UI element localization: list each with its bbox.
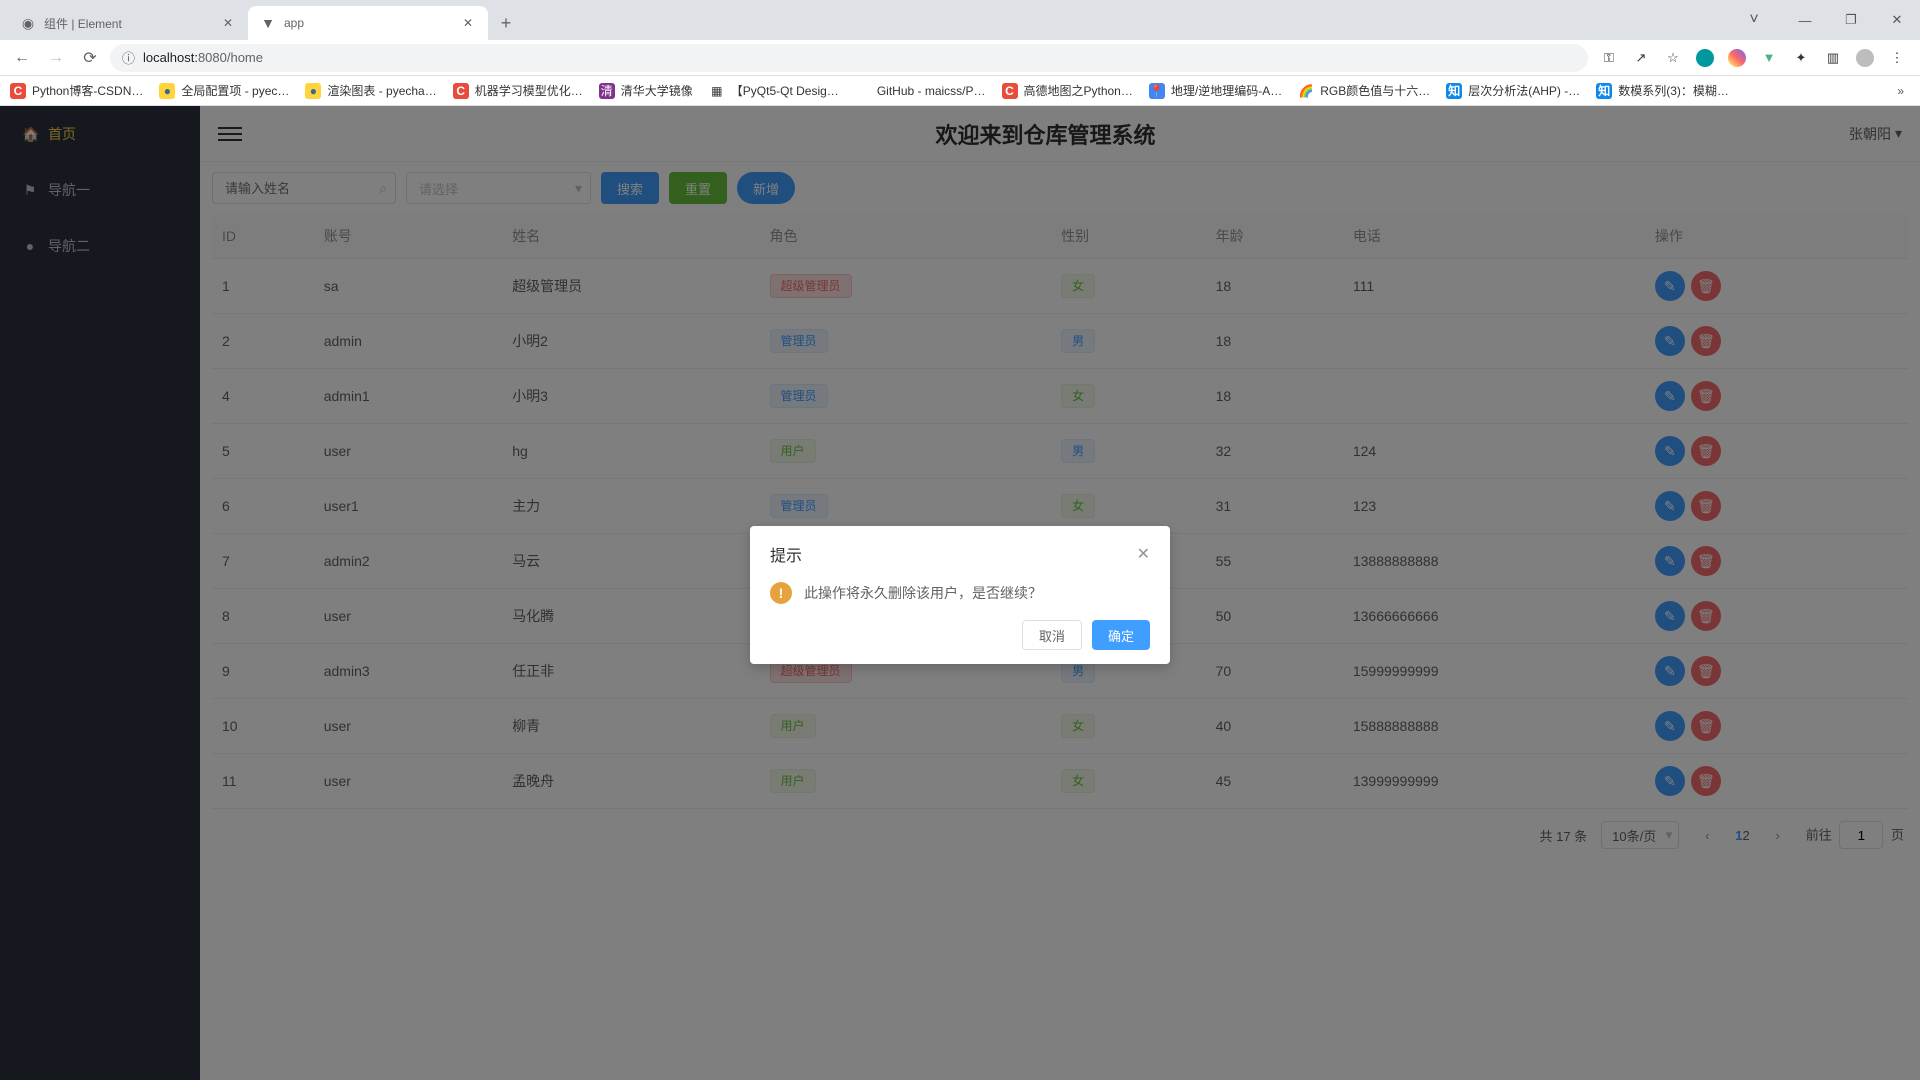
back-button[interactable]: ← [8, 44, 36, 72]
bookmark-label: Python博客-CSDN… [32, 82, 143, 99]
bookmark-item[interactable]: ▦ 【PyQt5-Qt Desig… [709, 82, 839, 99]
window-dropdown-icon[interactable]: ˅ [1736, 0, 1782, 40]
bookmark-item[interactable]: 知层次分析法(AHP) -… [1446, 82, 1580, 99]
extensions-icon[interactable]: ✦ [1792, 49, 1810, 67]
tab-close-icon[interactable]: ✕ [220, 15, 236, 31]
bookmark-favicon-icon: 知 [1446, 83, 1462, 99]
browser-titlebar: ◉ 组件 | Element ✕ ▼ app ✕ + ˅ — ❐ ✕ [0, 0, 1920, 40]
bookmark-label: 地理/逆地理编码-A… [1171, 82, 1282, 99]
window-minimize-icon[interactable]: — [1782, 0, 1828, 40]
password-key-icon[interactable]: ⚿ [1600, 49, 1618, 67]
bookmark-item[interactable]: C 高德地图之Python… [1002, 82, 1133, 99]
bookmark-label: 渲染图表 - pyecha… [327, 82, 436, 99]
browser-tab[interactable]: ◉ 组件 | Element ✕ [8, 6, 248, 40]
bookmark-favicon-icon: 📍 [1149, 83, 1165, 99]
bookmark-favicon-icon: C [1002, 83, 1018, 99]
forward-button[interactable]: → [42, 44, 70, 72]
new-tab-button[interactable]: + [492, 9, 520, 37]
close-icon[interactable]: ✕ [1137, 544, 1150, 564]
side-panel-icon[interactable]: ▥ [1824, 49, 1842, 67]
warning-icon: ! [770, 582, 792, 604]
bookmark-item[interactable]: 🌈 RGB颜色值与十六… [1298, 82, 1430, 99]
site-info-icon[interactable]: ⓘ [122, 48, 135, 67]
bookmark-item[interactable]: 清清华大学镜像 [599, 82, 693, 99]
tab-title: app [284, 16, 452, 30]
bookmark-star-icon[interactable]: ☆ [1664, 49, 1682, 67]
share-icon[interactable]: ↗ [1632, 49, 1650, 67]
dialog-title: 提示 [770, 542, 802, 566]
browser-address-bar: ← → ⟳ ⓘ localhost:8080/home ⚿ ↗ ☆ ▼ ✦ ▥ … [0, 40, 1920, 76]
ext-icon-vue[interactable]: ▼ [1760, 49, 1778, 67]
bookmark-item[interactable]: ● 全局配置项 - pyec… [159, 82, 289, 99]
tab-favicon-icon: ▼ [260, 15, 276, 31]
bookmarks-bar: C Python博客-CSDN… ● 全局配置项 - pyec… ● 渲染图表 - pye… [0, 76, 1920, 106]
bookmark-label: 【PyQt5-Qt Desig… [731, 82, 839, 99]
bookmark-label: RGB颜色值与十六… [1320, 82, 1430, 99]
bookmark-favicon-icon: 清 [599, 83, 615, 99]
window-maximize-icon[interactable]: ❐ [1828, 0, 1874, 40]
browser-menu-icon[interactable]: ⋮ [1888, 49, 1906, 67]
bookmark-label: 数模系列(3)：模糊… [1618, 82, 1729, 99]
bookmark-item[interactable]: C Python博客-CSDN… [10, 82, 143, 99]
bookmarks-overflow-icon[interactable]: » [1891, 84, 1910, 98]
bookmark-favicon-icon: C [10, 83, 26, 99]
bookmark-label: 层次分析法(AHP) -… [1468, 82, 1580, 99]
url-path: 8080/home [198, 50, 263, 65]
tab-close-icon[interactable]: ✕ [460, 15, 476, 31]
browser-tab[interactable]: ▼ app ✕ [248, 6, 488, 40]
bookmark-item[interactable]: 知数模系列(3)：模糊… [1596, 82, 1729, 99]
url-input[interactable]: ⓘ localhost:8080/home [110, 44, 1588, 72]
bookmark-label: 高德地图之Python… [1024, 82, 1133, 99]
bookmark-favicon-icon: ● [159, 83, 175, 99]
bookmark-favicon-icon: 知 [1596, 83, 1612, 99]
tab-favicon-icon: ◉ [20, 15, 36, 31]
bookmark-item[interactable]: 📍 地理/逆地理编码-A… [1149, 82, 1282, 99]
url-host: localhost: [143, 50, 198, 65]
browser-tabs: ◉ 组件 | Element ✕ ▼ app ✕ [0, 6, 488, 40]
bookmark-favicon-icon: C [453, 83, 469, 99]
bookmark-favicon-icon: 🌈 [1298, 83, 1314, 99]
bookmark-item[interactable]: GitHub - maicss/P… [855, 83, 986, 99]
dialog-message: 此操作将永久删除该用户，是否继续？ [804, 583, 1042, 603]
window-controls: ˅ — ❐ ✕ [1736, 0, 1920, 40]
confirm-button[interactable]: 确定 [1092, 620, 1150, 650]
bookmark-label: 机器学习模型优化… [475, 82, 583, 99]
cancel-button[interactable]: 取消 [1022, 620, 1082, 650]
bookmark-label: 全局配置项 - pyec… [181, 82, 289, 99]
bookmark-favicon-icon: ● [305, 83, 321, 99]
confirm-dialog: 提示 ✕ ! 此操作将永久删除该用户，是否继续？ 取消 确定 [750, 526, 1170, 664]
bookmark-label: 清华大学镜像 [621, 82, 693, 99]
ext-icon-1[interactable] [1696, 49, 1714, 67]
bookmark-item[interactable]: ● 渲染图表 - pyecha… [305, 82, 436, 99]
modal-mask[interactable]: 提示 ✕ ! 此操作将永久删除该用户，是否继续？ 取消 确定 [0, 106, 1920, 1080]
bookmark-favicon-icon [855, 83, 871, 99]
tab-title: 组件 | Element [44, 15, 212, 32]
reload-button[interactable]: ⟳ [76, 44, 104, 72]
bookmark-favicon-icon: ▦ [709, 83, 725, 99]
bookmark-item[interactable]: C 机器学习模型优化… [453, 82, 583, 99]
ext-icon-2[interactable] [1728, 49, 1746, 67]
bookmark-label: GitHub - maicss/P… [877, 84, 986, 98]
profile-avatar-icon[interactable] [1856, 49, 1874, 67]
window-close-icon[interactable]: ✕ [1874, 0, 1920, 40]
